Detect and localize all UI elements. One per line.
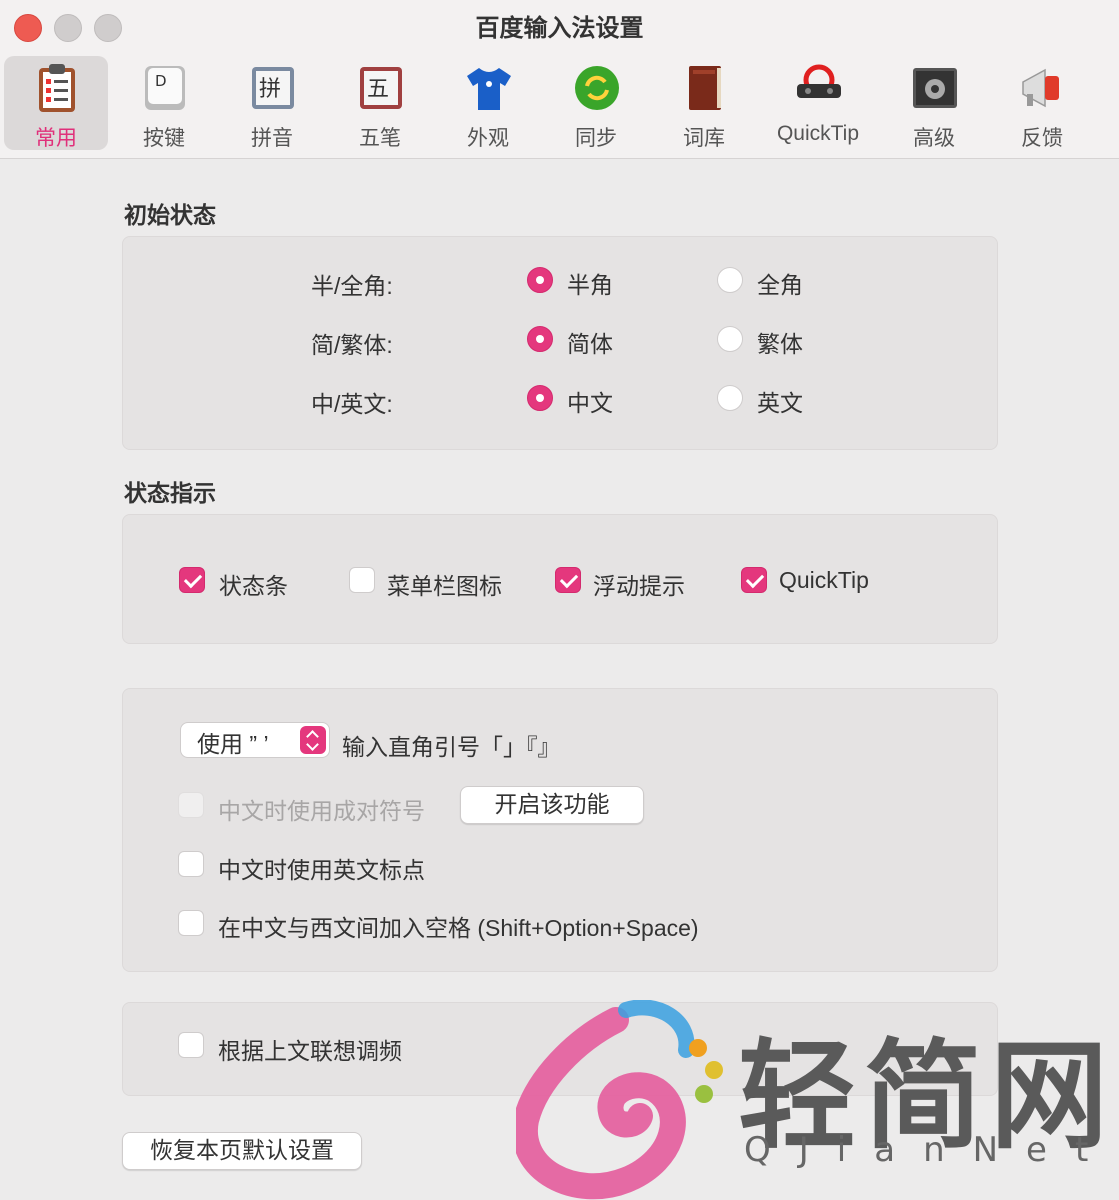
quote-style-description: 输入直角引号「」『』 — [342, 734, 561, 760]
floating-tip-label: 浮动提示 — [593, 573, 685, 599]
preferences-toolbar: 常用 D 按键 拼 拼音 五 五笔 外观 同步 词库 QuickTip 高级 反… — [0, 54, 1119, 154]
simplified-option: 简体 — [567, 331, 613, 357]
status-bar-checkbox[interactable] — [179, 567, 205, 593]
svg-text:五: 五 — [367, 77, 389, 102]
tab-general[interactable]: 常用 — [4, 56, 108, 150]
enable-feature-button[interactable]: 开启该功能 — [460, 786, 644, 824]
floating-tip-checkbox[interactable] — [555, 567, 581, 593]
tab-label: 五笔 — [359, 127, 401, 150]
traditional-radio[interactable] — [717, 326, 743, 352]
tab-label: QuickTip — [776, 122, 860, 145]
tab-feedback[interactable]: 反馈 — [990, 56, 1094, 150]
tab-wubi[interactable]: 五 五笔 — [328, 56, 432, 150]
status-indicator-panel: 状态条 菜单栏图标 浮动提示 QuickTip — [122, 514, 998, 644]
tab-label: 反馈 — [1021, 127, 1063, 150]
pair-symbols-checkbox — [178, 792, 204, 818]
menubar-icon-checkbox[interactable] — [349, 567, 375, 593]
tab-label: 常用 — [35, 127, 77, 150]
wubi-tile-icon: 五 — [360, 67, 402, 109]
tab-sync[interactable]: 同步 — [544, 56, 648, 150]
association-label: 根据上文联想调频 — [218, 1038, 402, 1064]
association-checkbox[interactable] — [178, 1032, 204, 1058]
megaphone-icon — [1022, 68, 1059, 108]
svg-text:D: D — [155, 72, 167, 90]
tshirt-icon — [467, 68, 511, 110]
initial-state-panel: 半/全角: 半角 全角 简/繁体: 简体 繁体 中/英文: 中文 英文 — [122, 236, 998, 450]
tab-keys[interactable]: D 按键 — [112, 56, 216, 150]
half-width-radio[interactable] — [527, 267, 553, 293]
status-indicator-heading: 状态指示 — [124, 480, 216, 506]
clipboard-checklist-icon — [39, 64, 75, 112]
quicktip-checkbox[interactable] — [741, 567, 767, 593]
initial-state-heading: 初始状态 — [124, 202, 216, 228]
full-width-radio[interactable] — [717, 267, 743, 293]
tab-pinyin[interactable]: 拼 拼音 — [220, 56, 324, 150]
tab-appearance[interactable]: 外观 — [436, 56, 540, 150]
window-title: 百度输入法设置 — [475, 15, 644, 42]
tab-label: 按键 — [143, 127, 185, 150]
pinyin-tile-icon: 拼 — [252, 67, 294, 109]
quicktip-label: QuickTip — [779, 567, 869, 593]
menubar-icon-label: 菜单栏图标 — [387, 573, 502, 599]
tab-label: 拼音 — [251, 127, 293, 150]
traditional-option: 繁体 — [757, 331, 803, 357]
full-width-option: 全角 — [757, 272, 803, 298]
tab-quicktip[interactable]: QuickTip — [766, 56, 870, 150]
half-full-width-label: 半/全角: — [311, 273, 393, 299]
pair-symbols-label: 中文时使用成对符号 — [218, 798, 425, 824]
quote-style-value: 使用 ” ’ — [197, 731, 269, 757]
sync-icon — [575, 66, 619, 110]
tab-dictionary[interactable]: 词库 — [652, 56, 756, 150]
keyboard-key-icon: D — [145, 66, 185, 110]
restore-defaults-button[interactable]: 恢复本页默认设置 — [122, 1132, 362, 1170]
select-stepper-icon — [300, 726, 326, 754]
quicktip-icon — [797, 64, 841, 98]
english-option: 英文 — [757, 390, 803, 416]
settings-window: 百度输入法设置 常用 D 按键 拼 拼音 五 五笔 外观 同步 词库 Quick… — [0, 0, 1119, 1200]
tab-label: 同步 — [575, 127, 617, 150]
english-radio[interactable] — [717, 385, 743, 411]
quote-style-select[interactable]: 使用 ” ’ — [180, 722, 330, 758]
english-punctuation-label: 中文时使用英文标点 — [218, 857, 425, 883]
simplified-radio[interactable] — [527, 326, 553, 352]
english-punctuation-checkbox[interactable] — [178, 851, 204, 877]
add-space-label: 在中文与西文间加入空格 (Shift+Option+Space) — [218, 915, 699, 941]
chinese-option: 中文 — [567, 390, 613, 416]
half-width-option: 半角 — [567, 272, 613, 298]
tab-advanced[interactable]: 高级 — [882, 56, 986, 150]
advanced-gear-icon — [913, 68, 957, 108]
tab-label: 词库 — [683, 127, 725, 150]
simplified-traditional-label: 简/繁体: — [311, 332, 393, 358]
tab-label: 高级 — [913, 127, 955, 150]
add-space-checkbox[interactable] — [178, 910, 204, 936]
chinese-english-label: 中/英文: — [311, 391, 393, 417]
watermark-subtext: QJianNet — [744, 1130, 1117, 1170]
title-bar: 百度输入法设置 常用 D 按键 拼 拼音 五 五笔 外观 同步 词库 Quick… — [0, 0, 1119, 159]
book-icon — [689, 66, 721, 110]
chinese-radio[interactable] — [527, 385, 553, 411]
status-bar-label: 状态条 — [219, 573, 288, 599]
svg-text:拼: 拼 — [259, 77, 281, 102]
tab-label: 外观 — [467, 127, 509, 150]
